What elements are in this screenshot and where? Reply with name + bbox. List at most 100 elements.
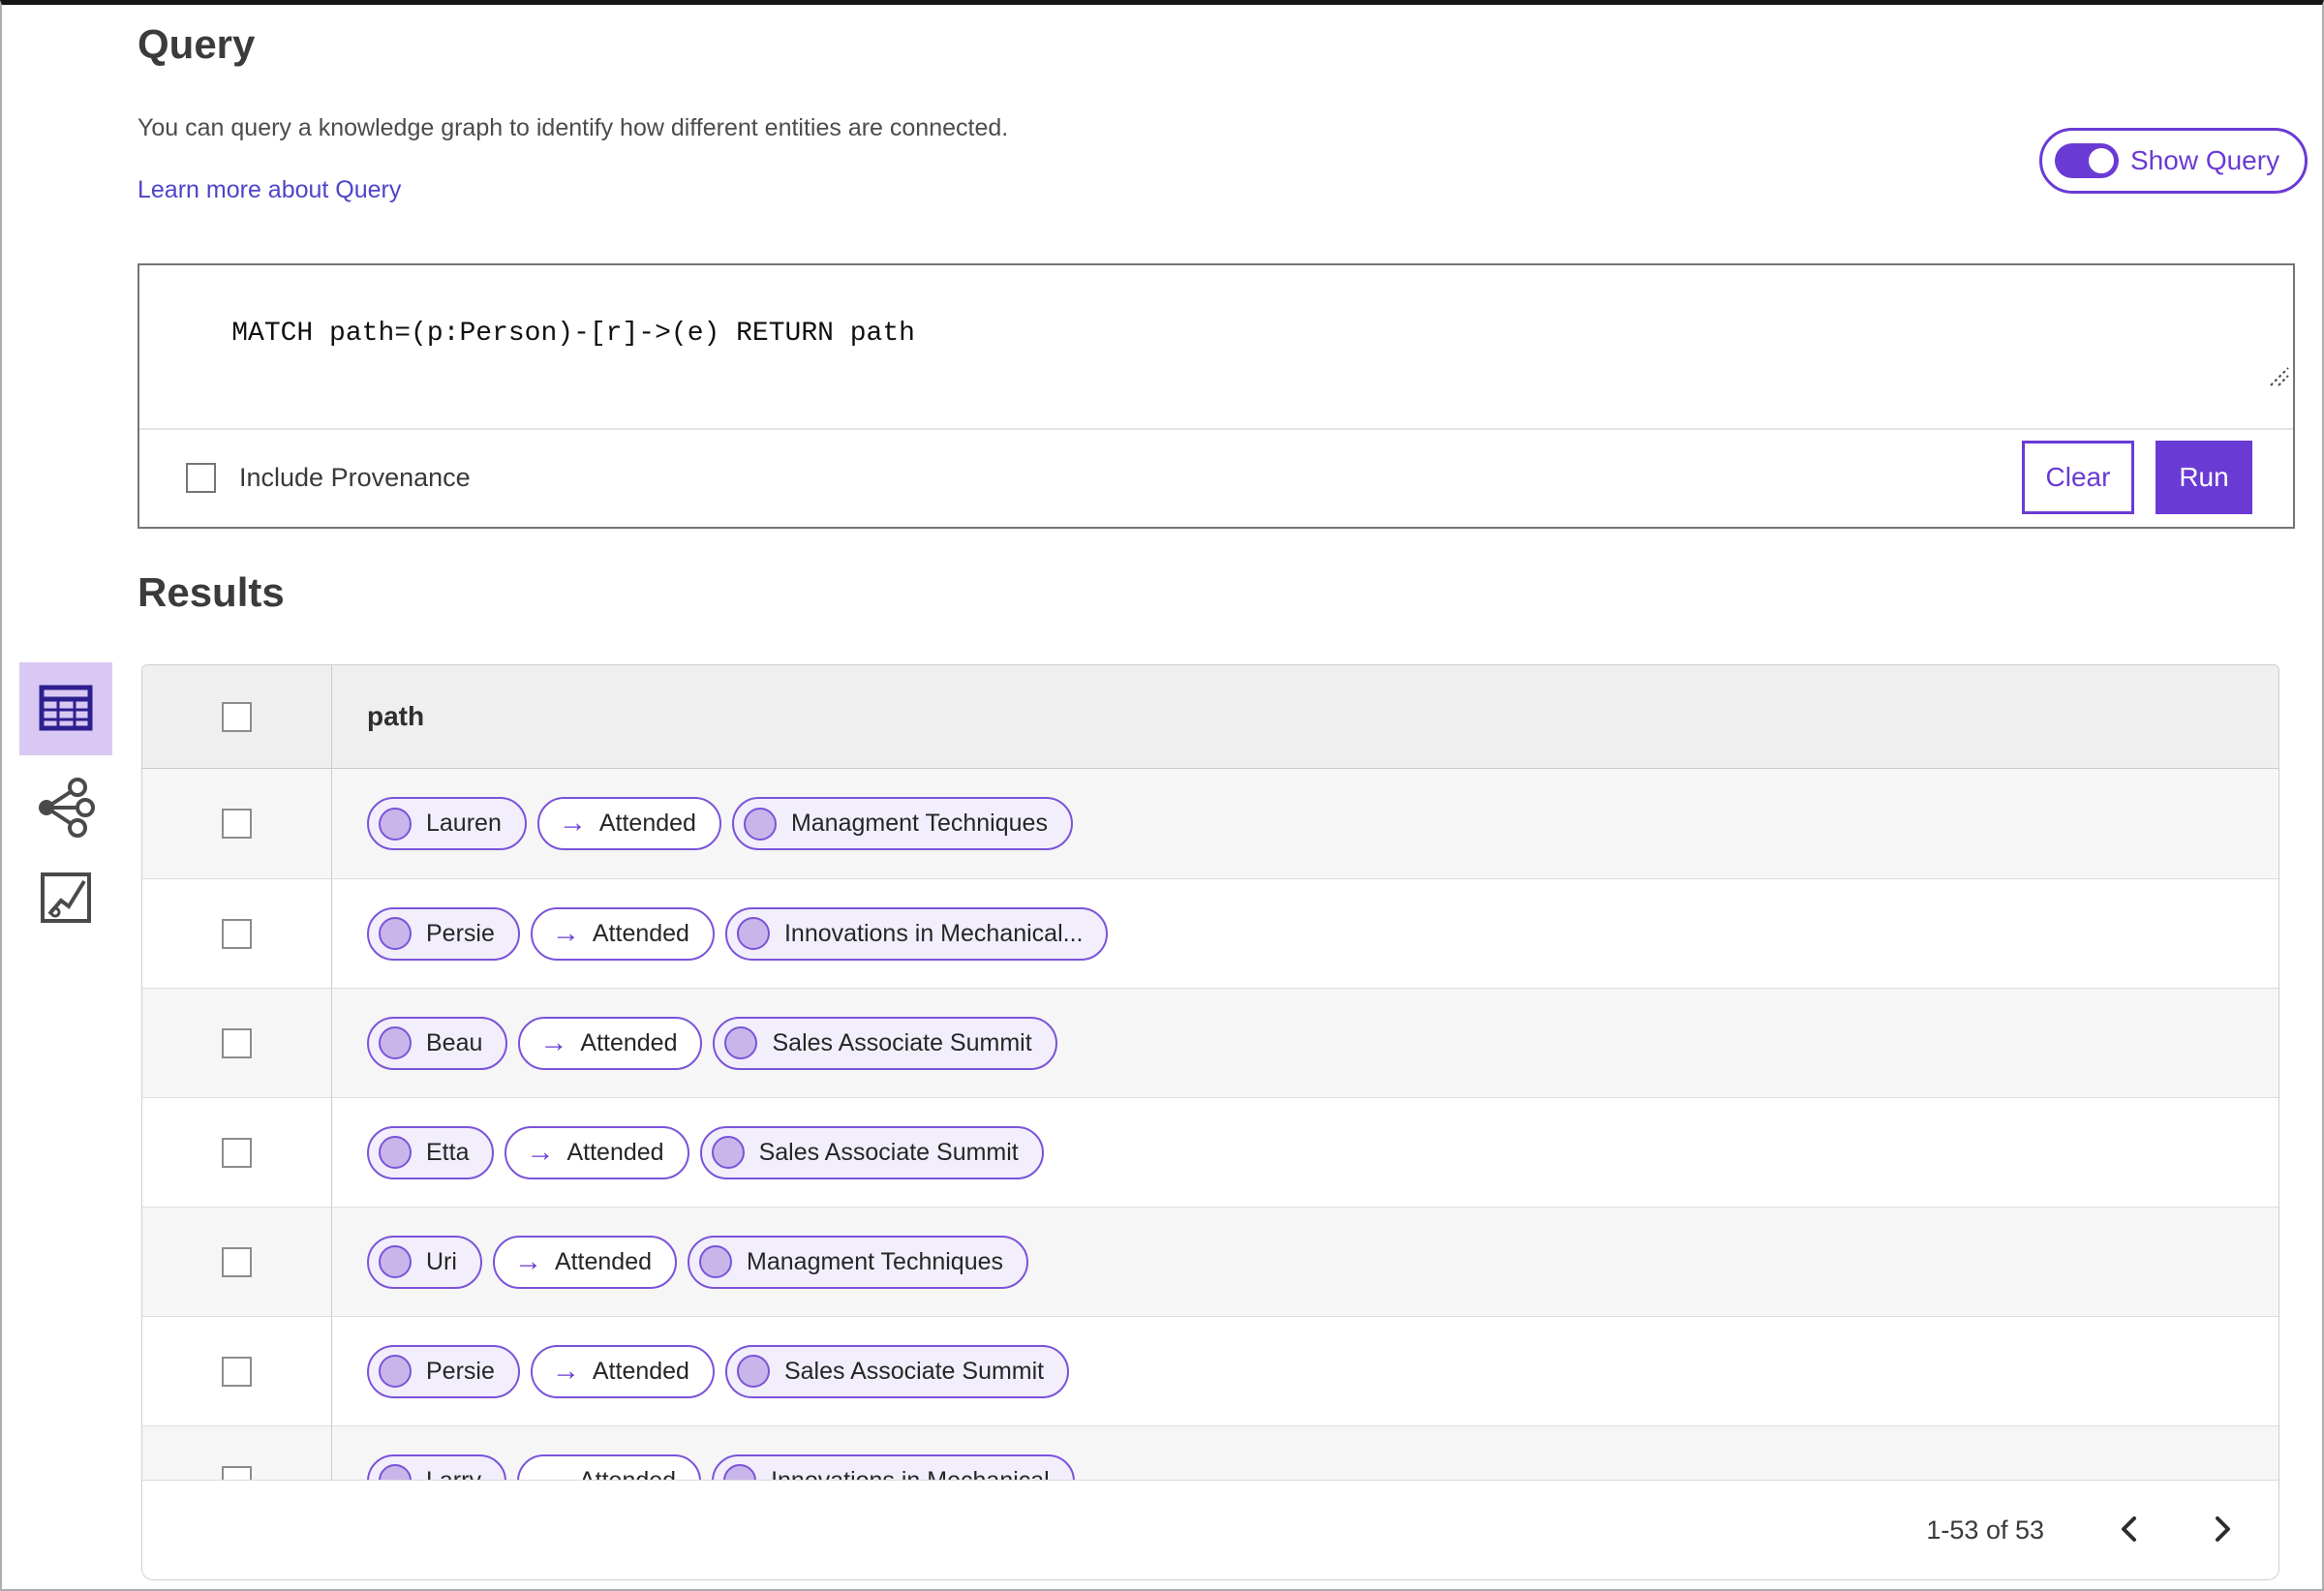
- person-node-chip[interactable]: Lauren: [367, 797, 527, 850]
- show-query-toggle[interactable]: Show Query: [2039, 128, 2309, 194]
- view-switcher-graph-button[interactable]: [33, 777, 97, 841]
- person-chip-label: Persie: [426, 919, 495, 947]
- network-graph-icon: [35, 777, 95, 841]
- resize-handle-icon[interactable]: [2167, 332, 2290, 426]
- path-cell: Etta → Attended Sales Associate Summit: [332, 1098, 2278, 1207]
- table-row: Etta → Attended Sales Associate Summit: [142, 1097, 2278, 1207]
- row-checkbox[interactable]: [222, 1465, 252, 1480]
- relation-chip[interactable]: → Attended: [536, 797, 721, 850]
- path-column-header: path: [367, 701, 425, 731]
- table-body: Lauren → Attended Managment Techniques P…: [142, 769, 2278, 1480]
- path-cell: Uri → Attended Managment Techniques: [332, 1208, 2278, 1316]
- run-button[interactable]: Run: [2156, 441, 2252, 514]
- row-checkbox[interactable]: [222, 1246, 252, 1277]
- page-description: You can query a knowledge graph to ident…: [138, 114, 1009, 141]
- relation-chip-label: Attended: [554, 1247, 653, 1275]
- person-chip-label: Lauren: [426, 810, 502, 837]
- relation-chip-label: Attended: [592, 1357, 689, 1385]
- row-checkbox[interactable]: [222, 918, 252, 949]
- person-node-chip[interactable]: Etta: [367, 1125, 495, 1179]
- node-circle-icon: [736, 1355, 770, 1388]
- person-node-chip[interactable]: Uri: [367, 1235, 482, 1289]
- results-title: Results: [138, 569, 285, 615]
- row-checkbox[interactable]: [222, 809, 252, 839]
- relation-chip[interactable]: → Attended: [505, 1125, 689, 1179]
- select-all-cell: [142, 665, 332, 768]
- table-row: Beau → Attended Sales Associate Summit: [142, 988, 2278, 1097]
- row-select-cell: [142, 1426, 332, 1480]
- person-node-chip[interactable]: Persie: [367, 906, 520, 961]
- relation-chip[interactable]: → Attended: [492, 1235, 678, 1289]
- entity-chip-label: Innovations in Mechanical: [771, 1467, 1050, 1481]
- entity-chip-label: Innovations in Mechanical...: [783, 919, 1084, 947]
- node-circle-icon: [743, 807, 777, 841]
- row-select-cell: [142, 1317, 332, 1425]
- entity-node-chip[interactable]: Sales Associate Summit: [699, 1125, 1044, 1179]
- relation-chip[interactable]: → Attended: [530, 1344, 715, 1398]
- entity-chip-label: Managment Techniques: [790, 810, 1048, 837]
- node-circle-icon: [379, 807, 412, 841]
- relation-chip[interactable]: → Attended: [516, 1453, 702, 1480]
- node-circle-icon: [379, 1026, 412, 1059]
- path-cell: Persie → Attended Sales Associate Summit: [332, 1317, 2278, 1425]
- learn-more-link[interactable]: Learn more about Query: [138, 176, 401, 204]
- chevron-left-icon: [2118, 1515, 2139, 1546]
- relation-chip[interactable]: → Attended: [530, 906, 715, 961]
- next-page-button[interactable]: [2213, 1515, 2234, 1546]
- entity-node-chip[interactable]: Managment Techniques: [731, 797, 1073, 850]
- view-switcher-chart-button[interactable]: [37, 870, 95, 928]
- select-all-checkbox[interactable]: [222, 701, 252, 732]
- row-select-cell: [142, 1098, 332, 1207]
- entity-node-chip[interactable]: Innovations in Mechanical: [712, 1453, 1075, 1481]
- clear-button[interactable]: Clear: [2022, 441, 2134, 514]
- arrow-right-icon: →: [551, 917, 580, 949]
- chevron-right-icon: [2213, 1515, 2234, 1546]
- person-chip-label: Beau: [426, 1028, 483, 1056]
- row-checkbox[interactable]: [222, 1027, 252, 1058]
- entity-node-chip[interactable]: Sales Associate Summit: [724, 1344, 1070, 1398]
- results-panel: path Lauren → Attended Managment Techniq…: [141, 664, 2279, 1580]
- arrow-right-icon: →: [551, 1355, 580, 1387]
- table-row: Persie → Attended Sales Associate Summit: [142, 1316, 2278, 1425]
- person-node-chip[interactable]: Larry: [367, 1453, 506, 1481]
- row-checkbox[interactable]: [222, 1137, 252, 1168]
- toggle-on-icon[interactable]: [2055, 143, 2119, 178]
- include-provenance-label: Include Provenance: [239, 462, 471, 492]
- table-header-row: path: [142, 665, 2278, 769]
- person-chip-label: Larry: [426, 1467, 481, 1481]
- query-textarea[interactable]: MATCH path=(p:Person)-[r]->(e) RETURN pa…: [139, 265, 2293, 430]
- table-row: Lauren → Attended Managment Techniques: [142, 769, 2278, 878]
- node-circle-icon: [724, 1026, 758, 1059]
- pagination-range-label: 1-53 of 53: [1926, 1515, 2044, 1545]
- table-icon: [39, 685, 93, 734]
- view-switcher-table-button[interactable]: [19, 662, 112, 755]
- path-cell: Lauren → Attended Managment Techniques: [332, 769, 2278, 878]
- entity-node-chip[interactable]: Sales Associate Summit: [713, 1016, 1057, 1070]
- node-circle-icon: [711, 1136, 745, 1169]
- node-circle-icon: [699, 1245, 733, 1278]
- person-chip-label: Uri: [426, 1247, 457, 1275]
- entity-node-chip[interactable]: Managment Techniques: [688, 1235, 1029, 1289]
- person-node-chip[interactable]: Beau: [367, 1016, 508, 1070]
- relation-chip-label: Attended: [580, 1028, 678, 1056]
- person-node-chip[interactable]: Persie: [367, 1344, 520, 1398]
- node-circle-icon: [379, 917, 412, 950]
- entity-node-chip[interactable]: Innovations in Mechanical...: [724, 906, 1109, 961]
- node-circle-icon: [379, 1136, 412, 1169]
- arrow-right-icon: →: [513, 1245, 542, 1277]
- node-circle-icon: [379, 1464, 412, 1480]
- relation-chip-label: Attended: [592, 919, 689, 947]
- node-circle-icon: [723, 1464, 757, 1480]
- row-checkbox[interactable]: [222, 1356, 252, 1387]
- previous-page-button[interactable]: [2118, 1515, 2139, 1546]
- entity-chip-label: Sales Associate Summit: [772, 1028, 1032, 1056]
- row-select-cell: [142, 879, 332, 988]
- arrow-right-icon: →: [558, 808, 587, 839]
- query-editor-panel: MATCH path=(p:Person)-[r]->(e) RETURN pa…: [138, 263, 2295, 529]
- node-circle-icon: [379, 1355, 412, 1388]
- include-provenance-checkbox[interactable]: [186, 462, 216, 493]
- relation-chip[interactable]: → Attended: [518, 1016, 703, 1070]
- toggle-knob: [2086, 145, 2117, 176]
- show-query-label: Show Query: [2130, 145, 2280, 175]
- person-chip-label: Etta: [426, 1138, 470, 1166]
